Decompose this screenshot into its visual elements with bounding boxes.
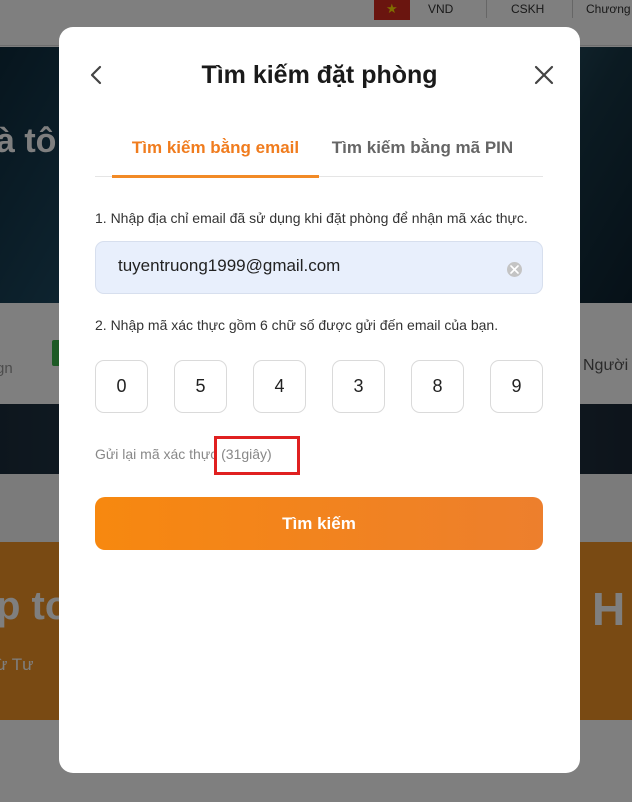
email-field[interactable] xyxy=(118,256,478,276)
close-button[interactable] xyxy=(532,63,556,87)
search-button[interactable]: Tìm kiếm xyxy=(95,497,543,550)
verification-code-inputs: 0 5 4 3 8 9 xyxy=(95,360,543,413)
code-step-label: 2. Nhập mã xác thực gồm 6 chữ số được gử… xyxy=(95,317,499,333)
close-icon xyxy=(534,65,554,85)
resend-countdown: (31giây) xyxy=(221,446,272,462)
email-field-container xyxy=(95,241,543,294)
booking-search-modal: Tìm kiếm đặt phòng Tìm kiếm bằng email T… xyxy=(59,27,580,773)
code-digit-input[interactable]: 8 xyxy=(411,360,464,413)
code-digit-input[interactable]: 0 xyxy=(95,360,148,413)
modal-title: Tìm kiếm đặt phòng xyxy=(201,61,438,89)
email-step-label: 1. Nhập địa chỉ email đã sử dụng khi đặt… xyxy=(95,210,528,226)
code-digit-input[interactable]: 3 xyxy=(332,360,385,413)
clear-email-button[interactable] xyxy=(507,262,522,277)
code-digit-input[interactable]: 4 xyxy=(253,360,306,413)
code-digit-input[interactable]: 9 xyxy=(490,360,543,413)
search-method-tabs: Tìm kiếm bằng email Tìm kiếm bằng mã PIN xyxy=(95,123,543,178)
clear-icon xyxy=(510,265,519,274)
tab-search-by-email[interactable]: Tìm kiếm bằng email xyxy=(112,123,319,178)
resend-code-label: Gửi lại mã xác thực xyxy=(95,446,218,462)
code-digit-input[interactable]: 5 xyxy=(174,360,227,413)
tab-search-by-pin[interactable]: Tìm kiếm bằng mã PIN xyxy=(319,123,526,177)
resend-code-text: Gửi lại mã xác thực (31giây) xyxy=(95,446,272,462)
